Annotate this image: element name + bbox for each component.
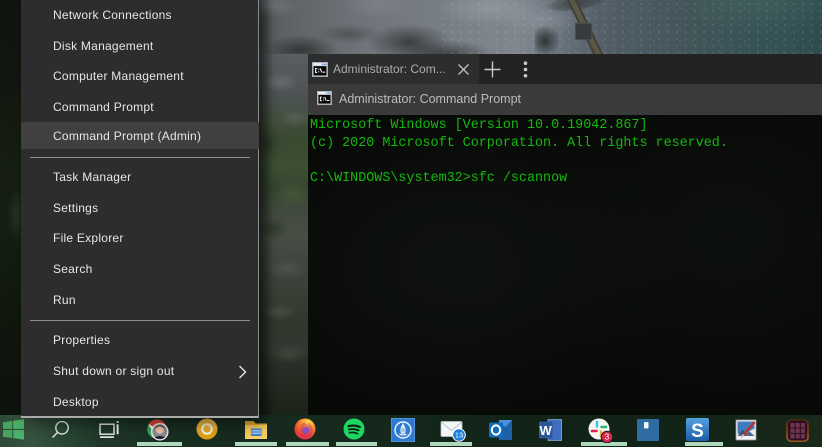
svg-text:3: 3	[605, 433, 610, 442]
svg-text:S: S	[691, 421, 704, 441]
svg-text:W: W	[540, 423, 553, 438]
svg-text:13: 13	[455, 431, 463, 440]
